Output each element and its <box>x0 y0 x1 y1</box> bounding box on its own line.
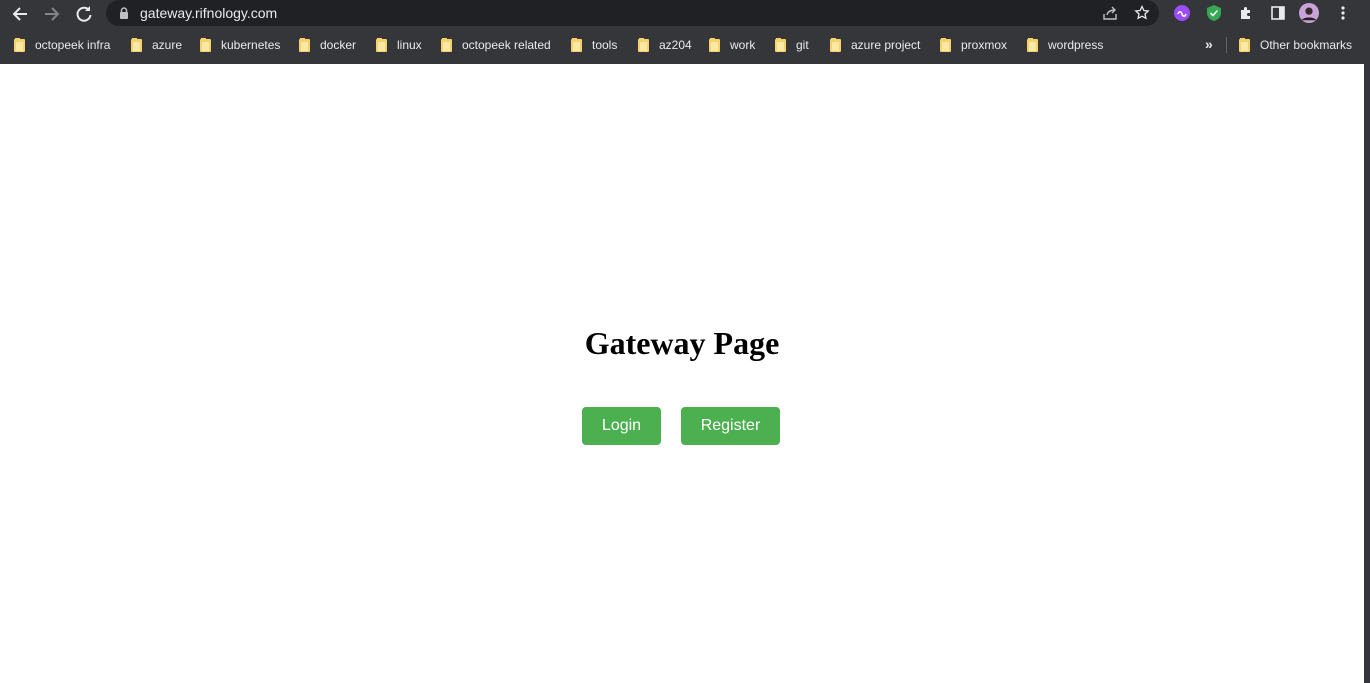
bookmark-proxmox[interactable]: proxmox <box>940 32 1007 58</box>
page-title: Gateway Page <box>584 325 780 361</box>
menu-icon[interactable] <box>1333 3 1353 23</box>
register-button[interactable]: Register <box>681 407 780 445</box>
folder-icon <box>131 37 142 52</box>
folder-icon <box>571 37 582 52</box>
bookmarks-divider <box>1226 37 1227 53</box>
window-edge <box>1364 64 1370 683</box>
back-icon[interactable] <box>8 2 32 26</box>
bookmarks-overflow-icon[interactable]: » <box>1205 36 1213 52</box>
bookmark-azure-project[interactable]: azure project <box>830 32 920 58</box>
bookmark-label: azure <box>152 38 183 52</box>
folder-icon <box>14 37 25 52</box>
extension-purple-icon[interactable] <box>1172 3 1192 23</box>
bookmark-git[interactable]: git <box>775 32 809 58</box>
folder-icon <box>299 37 310 52</box>
bookmark-label: proxmox <box>961 38 1008 52</box>
folder-icon <box>200 37 211 52</box>
bookmark-work[interactable]: work <box>709 32 755 58</box>
folder-icon <box>638 37 649 52</box>
folder-icon <box>441 37 452 52</box>
star-icon[interactable] <box>1132 3 1152 23</box>
bookmark-kubernetes[interactable]: kubernetes <box>200 32 280 58</box>
bookmark-label: octopeek related <box>462 38 551 52</box>
bookmark-octopeek-infra[interactable]: octopeek infra <box>14 32 110 58</box>
share-icon[interactable] <box>1100 3 1120 23</box>
bookmark-label: az204 <box>659 38 692 52</box>
folder-icon <box>830 37 841 52</box>
bookmark-linux[interactable]: linux <box>376 32 422 58</box>
bookmark-label: Other bookmarks <box>1260 38 1353 52</box>
folder-icon <box>775 37 786 52</box>
folder-icon <box>940 37 951 52</box>
browser-toolbar: gateway.rifnology.com <box>0 0 1370 28</box>
login-button[interactable]: Login <box>582 407 661 445</box>
bookmark-label: octopeek infra <box>35 38 111 52</box>
shield-icon[interactable] <box>1204 3 1224 23</box>
bookmark-other-bookmarks[interactable]: Other bookmarks <box>1239 32 1352 58</box>
lock-icon[interactable] <box>118 6 130 20</box>
bookmark-docker[interactable]: docker <box>299 32 356 58</box>
address-bar[interactable]: gateway.rifnology.com <box>106 0 1159 26</box>
folder-icon <box>1027 37 1038 52</box>
bookmark-label: kubernetes <box>221 38 281 52</box>
bookmark-label: tools <box>592 38 618 52</box>
bookmark-label: git <box>796 38 809 52</box>
bookmark-az204[interactable]: az204 <box>638 32 692 58</box>
folder-icon <box>709 37 720 52</box>
bookmark-label: linux <box>397 38 422 52</box>
puzzle-icon[interactable] <box>1236 3 1256 23</box>
folder-icon <box>1239 37 1250 52</box>
url-text[interactable]: gateway.rifnology.com <box>140 5 277 21</box>
bookmark-tools[interactable]: tools <box>571 32 617 58</box>
bookmark-octopeek-related[interactable]: octopeek related <box>441 32 551 58</box>
side-panel-icon[interactable] <box>1268 3 1288 23</box>
bookmark-label: azure project <box>851 38 921 52</box>
avatar[interactable] <box>1299 3 1319 23</box>
bookmark-label: work <box>730 38 756 52</box>
bookmark-label: wordpress <box>1048 38 1104 52</box>
browser-chrome: gateway.rifnology.com octopeek infra azu… <box>0 0 1370 64</box>
bookmark-wordpress[interactable]: wordpress <box>1027 32 1103 58</box>
bookmark-label: docker <box>320 38 357 52</box>
bookmark-azure[interactable]: azure <box>131 32 182 58</box>
bookmarks-bar: octopeek infra azure kubernetes docker l… <box>0 32 1370 58</box>
folder-icon <box>376 37 387 52</box>
reload-icon[interactable] <box>72 2 96 26</box>
forward-icon[interactable] <box>40 2 64 26</box>
